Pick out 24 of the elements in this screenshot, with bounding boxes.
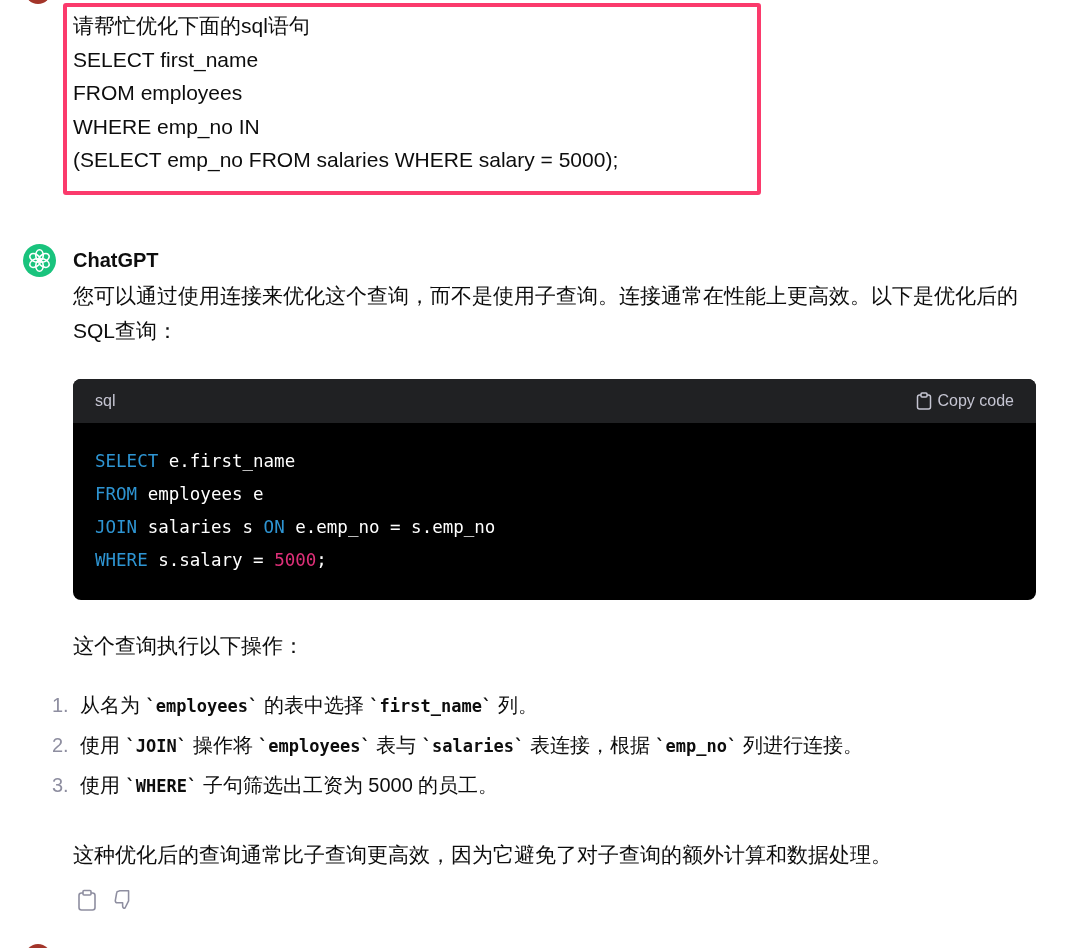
assistant-name: ChatGPT	[73, 248, 159, 272]
answer-text: 这个查询执行以下操作：	[73, 632, 305, 659]
code-line: JOIN salaries s ON e.emp_no = s.emp_no	[95, 516, 497, 540]
message-text: SELECT first_name	[73, 46, 260, 74]
list-number: 1.	[52, 692, 70, 718]
message-text: WHERE emp_no IN	[73, 113, 261, 141]
copy-code-button[interactable]: Copy code	[915, 391, 1014, 410]
code-line: FROM employees e	[95, 482, 265, 506]
logo-icon	[23, 243, 56, 277]
list-item-text: 使用 `JOIN` 操作将 `employees` 表与 `salaries` 表连接，根据 `emp_no` 列进行连接。	[80, 732, 863, 758]
message-text: (SELECT emp_no FROM salaries WHERE salary = 5000);	[73, 147, 620, 174]
clipboard-icon[interactable]	[77, 888, 97, 911]
message-text: FROM employees	[73, 80, 244, 106]
list-number: 2.	[52, 732, 70, 758]
answer-text: 这种优化后的查询通常比子查询更高效，因为它避免了对子查询的额外计算和数据处理。	[73, 841, 893, 868]
answer-text: 您可以通过使用连接来优化这个查询，而不是使用子查询。连接通常在性能上更高效。以下是优化后的SQL查询：	[73, 282, 1019, 344]
list-item-text: 从名为 `employees` 的表中选择 `first_name` 列。	[80, 692, 538, 718]
code-line: WHERE s.salary = 5000;	[95, 549, 328, 573]
clipboard-icon	[915, 391, 932, 410]
code-line: SELECT e.first_name	[95, 449, 297, 473]
code-language: sql	[95, 391, 116, 410]
list-item-text: 使用 `WHERE` 子句筛选出工资为 5000 的员工。	[80, 772, 499, 798]
message-text: 请帮忙优化下面的sql语句	[73, 13, 311, 39]
list-number: 3.	[52, 772, 70, 798]
